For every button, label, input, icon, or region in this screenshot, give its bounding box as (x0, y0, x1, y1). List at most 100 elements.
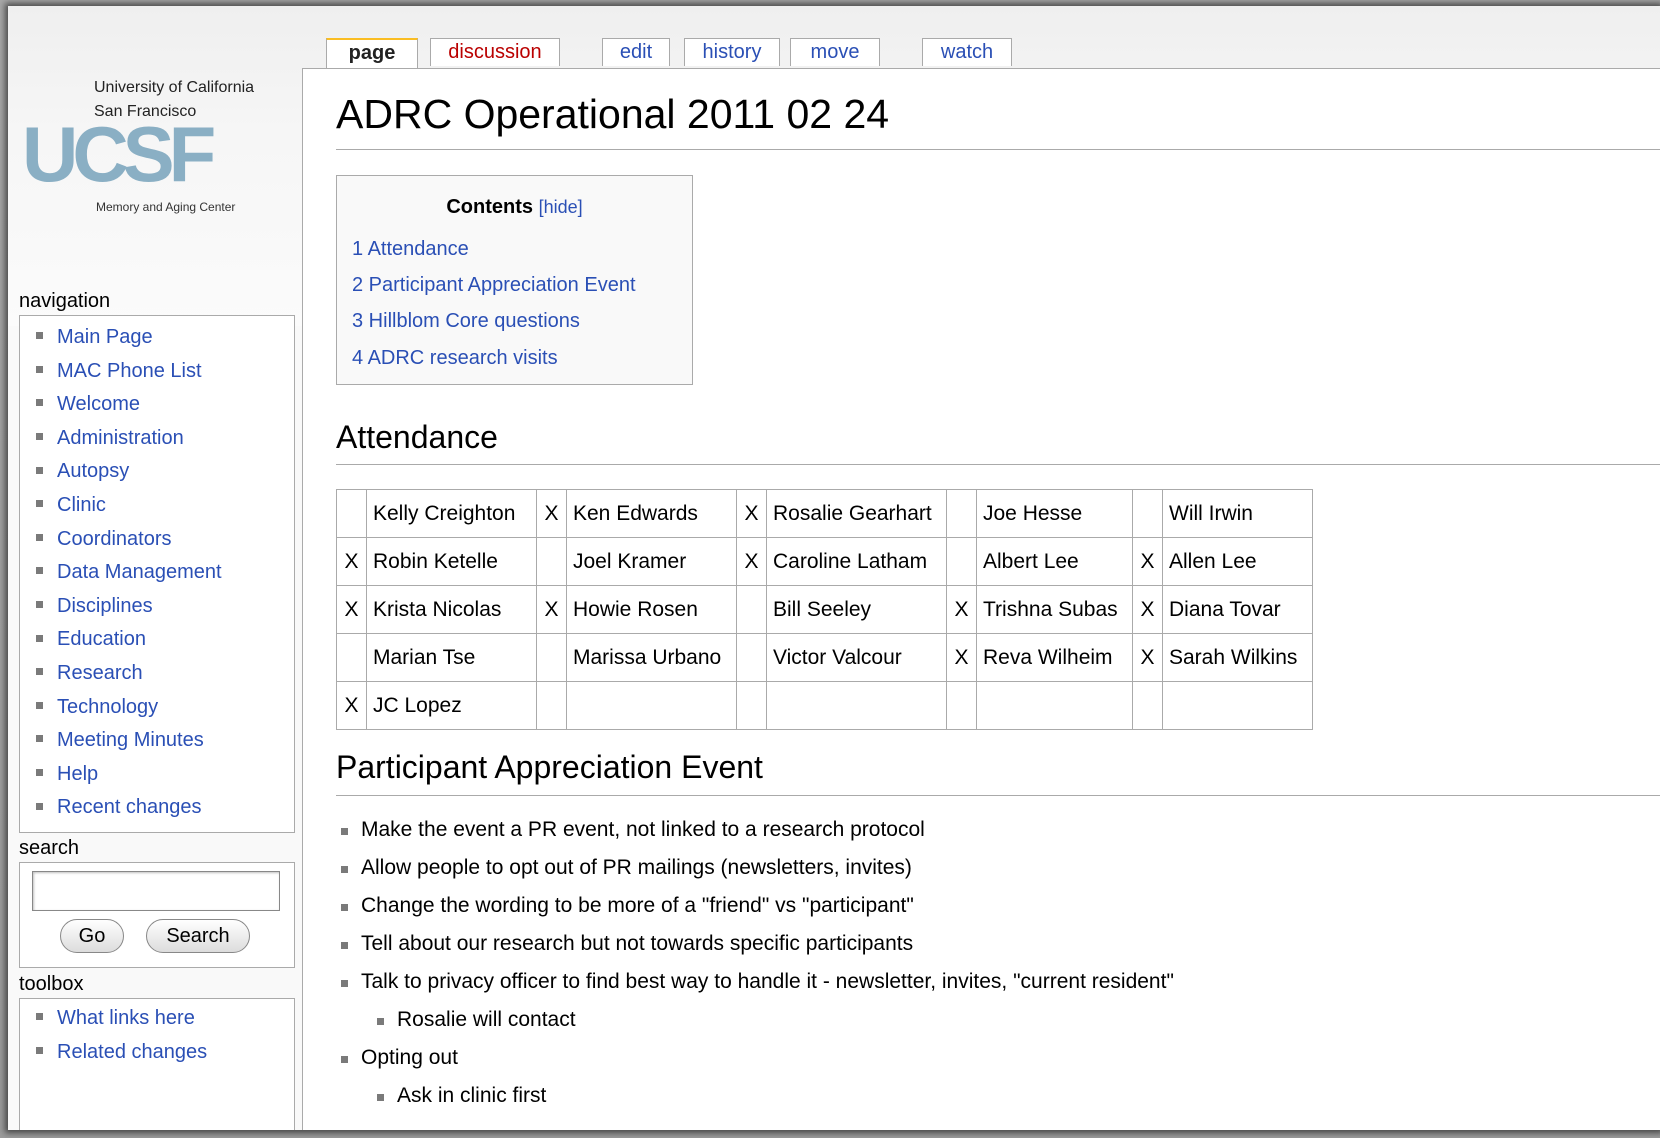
sidebar-item-label: Research (57, 662, 143, 684)
go-button[interactable]: Go (60, 919, 124, 953)
search-box: Go Search (19, 862, 295, 968)
attendance-divider (336, 464, 1660, 465)
attendance-table: Kelly Creighton X Ken Edwards X Rosalie Gear… (336, 489, 1313, 730)
attendance-row: X Krista Nicolas X Howie Rosen Bill Seeley X T… (336, 585, 1313, 634)
sidebar-item-label: Education (57, 628, 146, 651)
toc-item-participant-appreciation[interactable]: 2 Participant Appreciation Event (352, 274, 636, 297)
sidebar-item-research[interactable]: Research (36, 662, 143, 685)
sidebar-item-recent-changes[interactable]: Recent changes (36, 796, 202, 819)
sidebar-item-coordinators[interactable]: Coordinators (36, 528, 172, 551)
sidebar-item-administration[interactable]: Administration (36, 427, 184, 450)
sidebar-item-label: Disciplines (57, 594, 153, 617)
bullet-icon (36, 634, 43, 642)
toolbox-heading: toolbox (19, 973, 84, 995)
attendance-mark (736, 633, 767, 682)
sidebar-item-disciplines[interactable]: Disciplines (36, 595, 153, 618)
sidebar-item-data-management[interactable]: Data Management (36, 561, 222, 584)
sidebar-item-education[interactable]: Education (36, 628, 146, 651)
toolbox-item-what-links-here[interactable]: What links here (36, 1007, 195, 1030)
attendee-name: Diana Tovar (1162, 585, 1313, 634)
sidebar-item-autopsy[interactable]: Autopsy (36, 460, 129, 483)
attendee-name: Allen Lee (1162, 537, 1313, 586)
attendance-mark (736, 585, 767, 634)
logo-line-1: University of California (94, 79, 255, 96)
bullet-icon (36, 433, 43, 441)
search-button[interactable]: Search (146, 919, 250, 953)
attendance-mark (536, 633, 567, 682)
bullet-icon (36, 802, 43, 810)
attendance-mark (1132, 489, 1163, 538)
sidebar-item-help[interactable]: Help (36, 763, 98, 786)
sidebar-item-mac-phone-list[interactable]: MAC Phone List (36, 360, 202, 383)
attendance-mark (946, 489, 977, 538)
attendance-mark: X (946, 633, 977, 682)
main-content: ADRC Operational 2011 02 24 Contents [hi… (302, 68, 1660, 1130)
toc-title: Contents (446, 196, 534, 218)
sidebar-item-technology[interactable]: Technology (36, 696, 158, 719)
toolbox-box: What links here Related changes (19, 998, 295, 1130)
tab-history[interactable]: history (684, 38, 780, 66)
attendee-name: Albert Lee (976, 537, 1133, 586)
site-logo[interactable]: University of California San Francisco U… (8, 64, 308, 234)
attendee-name: Reva Wilheim (976, 633, 1133, 682)
attendance-mark (946, 681, 977, 730)
toc-hide-link[interactable]: [hide] (539, 197, 583, 217)
sidebar-item-welcome[interactable]: Welcome (36, 393, 140, 416)
attendance-mark: X (536, 585, 567, 634)
attendance-heading: Attendance (336, 419, 498, 455)
toc-item-attendance[interactable]: 1 Attendance (352, 238, 469, 261)
list-item: Talk to privacy officer to find best way… (337, 963, 1174, 1001)
toc-item-research-visits[interactable]: 4 ADRC research visits (352, 347, 558, 370)
attendance-mark: X (1132, 537, 1163, 586)
attendance-mark: X (736, 489, 767, 538)
sidebar-item-label: Administration (57, 426, 184, 449)
event-divider (336, 795, 1660, 796)
search-input[interactable] (32, 871, 280, 911)
tab-edit[interactable]: edit (602, 38, 670, 66)
list-item: Allow people to opt out of PR mailings (… (337, 849, 1174, 887)
attendee-name: Joe Hesse (976, 489, 1133, 538)
toolbox-item-label: What links here (57, 1007, 195, 1029)
tab-watch[interactable]: watch (922, 38, 1012, 66)
toc-header: Contents [hide] (337, 196, 692, 219)
attendance-mark: X (736, 537, 767, 586)
bullet-icon (36, 701, 43, 709)
tab-page[interactable]: page (326, 38, 418, 69)
attendee-name: Bill Seeley (766, 585, 947, 634)
toc-item-hillblom[interactable]: 3 Hillblom Core questions (352, 310, 580, 333)
sidebar-item-label: Meeting Minutes (57, 729, 204, 752)
bullet-icon (36, 601, 43, 609)
attendee-name: Trishna Subas (976, 585, 1133, 634)
bullet-icon (36, 332, 43, 340)
attendee-name: Sarah Wilkins (1162, 633, 1313, 682)
attendee-name: Will Irwin (1162, 489, 1313, 538)
tab-discussion[interactable]: discussion (430, 38, 560, 66)
list-item: Change the wording to be more of a "frie… (337, 887, 1174, 925)
screen-backdrop: University of California San Francisco U… (0, 0, 1660, 1138)
attendee-name (766, 681, 947, 730)
toolbox-item-related-changes[interactable]: Related changes (36, 1041, 207, 1064)
attendance-mark: X (946, 585, 977, 634)
attendee-name: Marian Tse (366, 633, 537, 682)
attendee-name: Rosalie Gearhart (766, 489, 947, 538)
attendance-mark: X (336, 681, 367, 730)
sidebar-item-main-page[interactable]: Main Page (36, 326, 153, 349)
sidebar-item-clinic[interactable]: Clinic (36, 494, 106, 517)
table-of-contents: Contents [hide] 1 Attendance 2 Participa… (336, 175, 693, 385)
tab-move[interactable]: move (790, 38, 880, 66)
bullet-icon (36, 1013, 43, 1021)
attendance-mark (336, 489, 367, 538)
sidebar-item-label: Autopsy (57, 460, 130, 483)
browser-window: University of California San Francisco U… (8, 6, 1660, 1130)
attendance-mark (536, 537, 567, 586)
bullet-icon (36, 365, 43, 373)
attendance-mark (336, 633, 367, 682)
sidebar-item-label: Coordinators (57, 527, 172, 550)
attendance-mark: X (1132, 633, 1163, 682)
logo-subtitle: Memory and Aging Center (96, 200, 236, 214)
bullet-icon (36, 466, 43, 474)
sidebar-item-label: Help (57, 762, 99, 785)
sidebar-item-meeting-minutes[interactable]: Meeting Minutes (36, 729, 204, 752)
attendance-mark: X (536, 489, 567, 538)
attendance-row: Marian Tse Marissa Urbano Victor Valcour X R… (336, 633, 1313, 682)
